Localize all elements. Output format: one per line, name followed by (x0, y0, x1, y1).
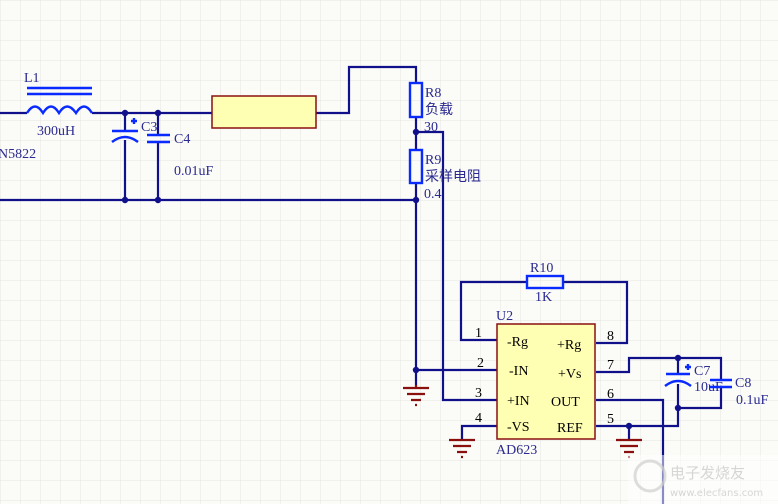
pin-number: 1 (475, 326, 482, 341)
pin-label: REF (557, 421, 583, 436)
pin-number: 5 (607, 412, 614, 427)
pin-number: 4 (475, 411, 482, 426)
pin-label: OUT (551, 395, 580, 410)
r9-ref: R9 (425, 153, 441, 168)
watermark-url: www.elecfans.com (670, 488, 763, 499)
watermark-name: 电子发烧友 (670, 464, 745, 482)
c8-value: 0.1uF (736, 393, 769, 408)
c4-value: 0.01uF (174, 164, 214, 179)
pin-number: 8 (607, 329, 614, 344)
watermark-logo: 电子发烧友 www.elecfans.com (628, 455, 778, 504)
pin-label: +Rg (557, 338, 581, 353)
pin-label: -VS (507, 420, 530, 435)
pin-number: 6 (607, 387, 614, 402)
component-block (211, 95, 317, 129)
pin-label: -Rg (507, 335, 528, 350)
l1-value: 300uH (37, 124, 75, 139)
grid-background (0, 0, 778, 504)
r8-name: 负载 (425, 102, 453, 118)
c4-ref: C4 (174, 132, 190, 147)
diode-value: N5822 (0, 147, 36, 162)
pin-number: 7 (607, 358, 614, 373)
pin-label: +IN (507, 394, 530, 409)
pin-label: +Vs (558, 367, 581, 382)
r8-ref: R8 (425, 86, 441, 101)
c8-ref: C8 (735, 376, 751, 391)
r9-value: 0.4 (424, 187, 442, 202)
u2-part: AD623 (496, 443, 537, 458)
pin-number: 3 (475, 386, 482, 401)
r8-value: 30 (424, 120, 438, 135)
l1-ref: L1 (24, 71, 40, 86)
u2-ref: U2 (496, 309, 513, 324)
c7-ref: C7 (694, 364, 710, 379)
schematic: L1 300uH N5822 C3 C4 0.01uF R8 负载 30 R9 … (0, 0, 778, 504)
pin-number: 2 (477, 356, 484, 371)
pin-label: -IN (509, 364, 528, 379)
c3-ref: C3 (141, 120, 157, 135)
r10-ref: R10 (530, 261, 553, 276)
r9-name: 采样电阻 (425, 169, 481, 185)
r10-value: 1K (535, 290, 552, 305)
